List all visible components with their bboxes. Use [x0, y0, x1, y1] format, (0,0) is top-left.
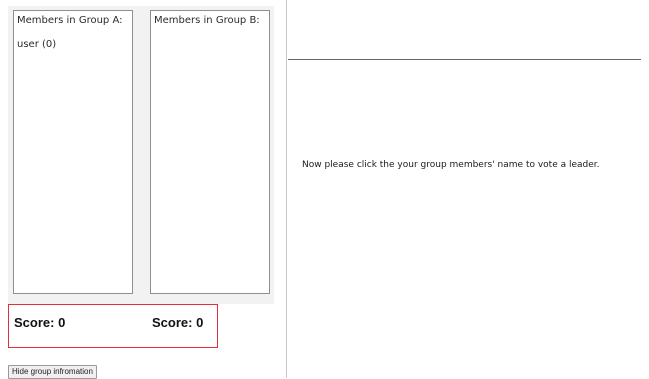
group-b-score: Score: 0 — [152, 315, 204, 330]
score-box: Score: 0 Score: 0 — [8, 304, 218, 348]
member-user[interactable]: user (0) — [17, 38, 129, 51]
group-a-title: Members in Group A: — [17, 15, 123, 26]
header-area — [288, 0, 641, 60]
group-b-members-box: Members in Group B: — [150, 10, 270, 294]
group-b-title: Members in Group B: — [154, 15, 260, 26]
groups-area: Members in Group A: user (0) Members in … — [8, 6, 274, 304]
group-a-member-list: user (0) — [17, 38, 129, 51]
vote-instruction-text: Now please click the your group members'… — [302, 160, 600, 170]
group-a-members-box: Members in Group A: user (0) — [13, 10, 133, 294]
group-info-panel: Members in Group A: user (0) Members in … — [0, 0, 287, 379]
hide-group-information-button[interactable]: Hide group infromation — [8, 365, 97, 379]
group-a-score: Score: 0 — [14, 315, 66, 330]
main-panel: Now please click the your group members'… — [288, 0, 649, 378]
